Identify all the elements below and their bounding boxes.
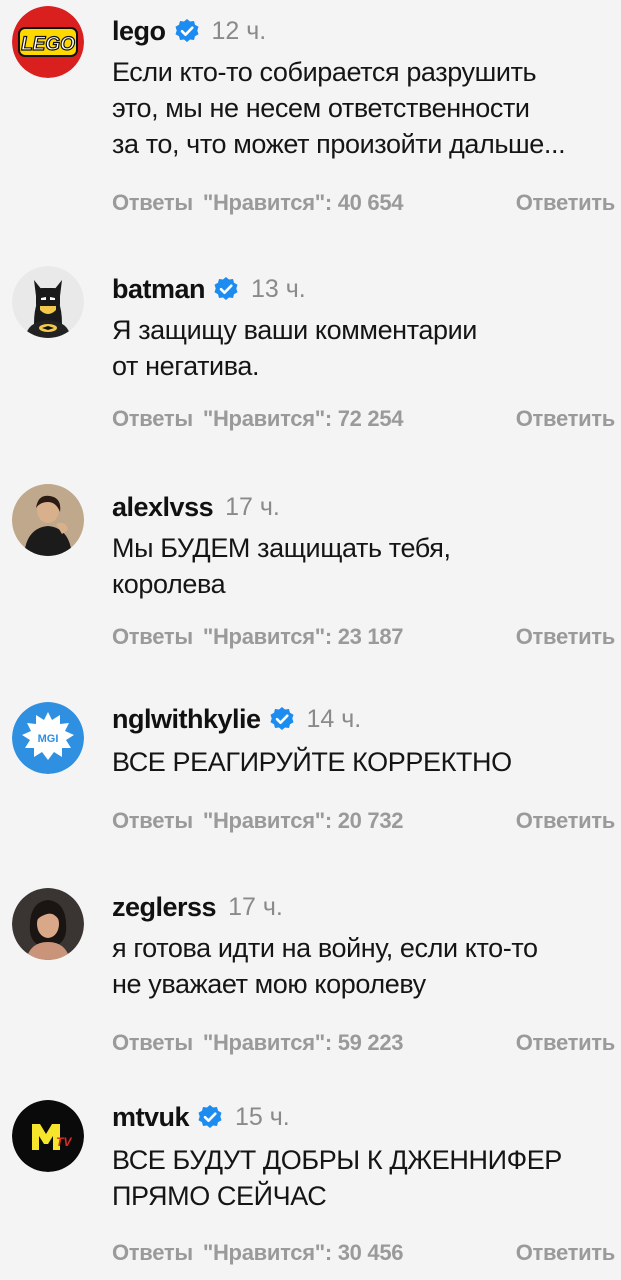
svg-text:TV: TV [56, 1135, 72, 1149]
person-photo-icon [12, 484, 84, 556]
username[interactable]: batman [112, 274, 206, 305]
likes-count[interactable]: "Нравится": 59 223 [203, 1030, 404, 1056]
comment-text: Если кто-то собирается разрушить это, мы… [112, 57, 566, 159]
comment-text: Мы БУДЕМ защищать тебя, королева [112, 533, 451, 599]
svg-text:MGI: MGI [38, 733, 59, 745]
lego-logo-icon: LEGO [12, 6, 84, 78]
comment-time: 13 ч. [251, 274, 306, 303]
replies-link[interactable]: Ответы [112, 808, 193, 834]
comment-text: я готова идти на войну, если кто-то не у… [112, 933, 538, 999]
comment-time: 15 ч. [235, 1102, 290, 1131]
verified-badge-icon [269, 706, 295, 732]
username[interactable]: nglwithkylie [112, 704, 261, 735]
batman-minifigure-icon [12, 266, 84, 338]
verified-badge-icon [174, 18, 200, 44]
reply-button[interactable]: Ответить [516, 1240, 616, 1266]
avatar[interactable] [12, 888, 84, 960]
avatar[interactable]: TV [12, 1100, 84, 1172]
avatar[interactable]: LEGO [12, 6, 84, 78]
username[interactable]: lego [112, 16, 166, 47]
username[interactable]: mtvuk [112, 1102, 190, 1133]
mgi-badge-icon: MGI [12, 702, 84, 774]
reply-button[interactable]: Ответить [516, 808, 616, 834]
reply-button[interactable]: Ответить [516, 1030, 616, 1056]
username[interactable]: zeglerss [112, 892, 217, 923]
replies-link[interactable]: Ответы [112, 1240, 193, 1266]
replies-link[interactable]: Ответы [112, 624, 193, 650]
comment-time: 12 ч. [211, 16, 267, 45]
avatar[interactable] [12, 484, 84, 556]
comment-time: 17 ч. [228, 892, 283, 921]
replies-link[interactable]: Ответы [112, 1030, 193, 1056]
comment-text: ВСЕ РЕАГИРУЙТЕ КОРРЕКТНО [112, 747, 512, 777]
avatar[interactable]: MGI [12, 702, 84, 774]
person-photo-icon [12, 888, 84, 960]
likes-count[interactable]: "Нравится": 20 732 [203, 808, 404, 834]
reply-button[interactable]: Ответить [516, 190, 616, 216]
comment-time: 17 ч. [225, 492, 280, 521]
comment-time: 14 ч. [306, 704, 362, 733]
username[interactable]: alexlvss [112, 492, 214, 523]
likes-count[interactable]: "Нравится": 23 187 [203, 624, 404, 650]
reply-button[interactable]: Ответить [516, 406, 616, 432]
verified-badge-icon [197, 1104, 223, 1130]
likes-count[interactable]: "Нравится": 72 254 [203, 406, 404, 432]
replies-link[interactable]: Ответы [112, 406, 193, 432]
verified-badge-icon [213, 276, 239, 302]
likes-count[interactable]: "Нравится": 30 456 [203, 1240, 404, 1266]
svg-text:LEGO: LEGO [21, 34, 75, 55]
mtv-logo-icon: TV [12, 1100, 84, 1172]
comment-text: Я защищу ваши комментарии от негатива. [112, 315, 477, 381]
replies-link[interactable]: Ответы [112, 190, 193, 216]
likes-count[interactable]: "Нравится": 40 654 [203, 190, 404, 216]
reply-button[interactable]: Ответить [516, 624, 616, 650]
comment-text: ВСЕ БУДУТ ДОБРЫ К ДЖЕННИФЕР ПРЯМО СЕЙЧАС [112, 1145, 562, 1211]
avatar[interactable] [12, 266, 84, 338]
